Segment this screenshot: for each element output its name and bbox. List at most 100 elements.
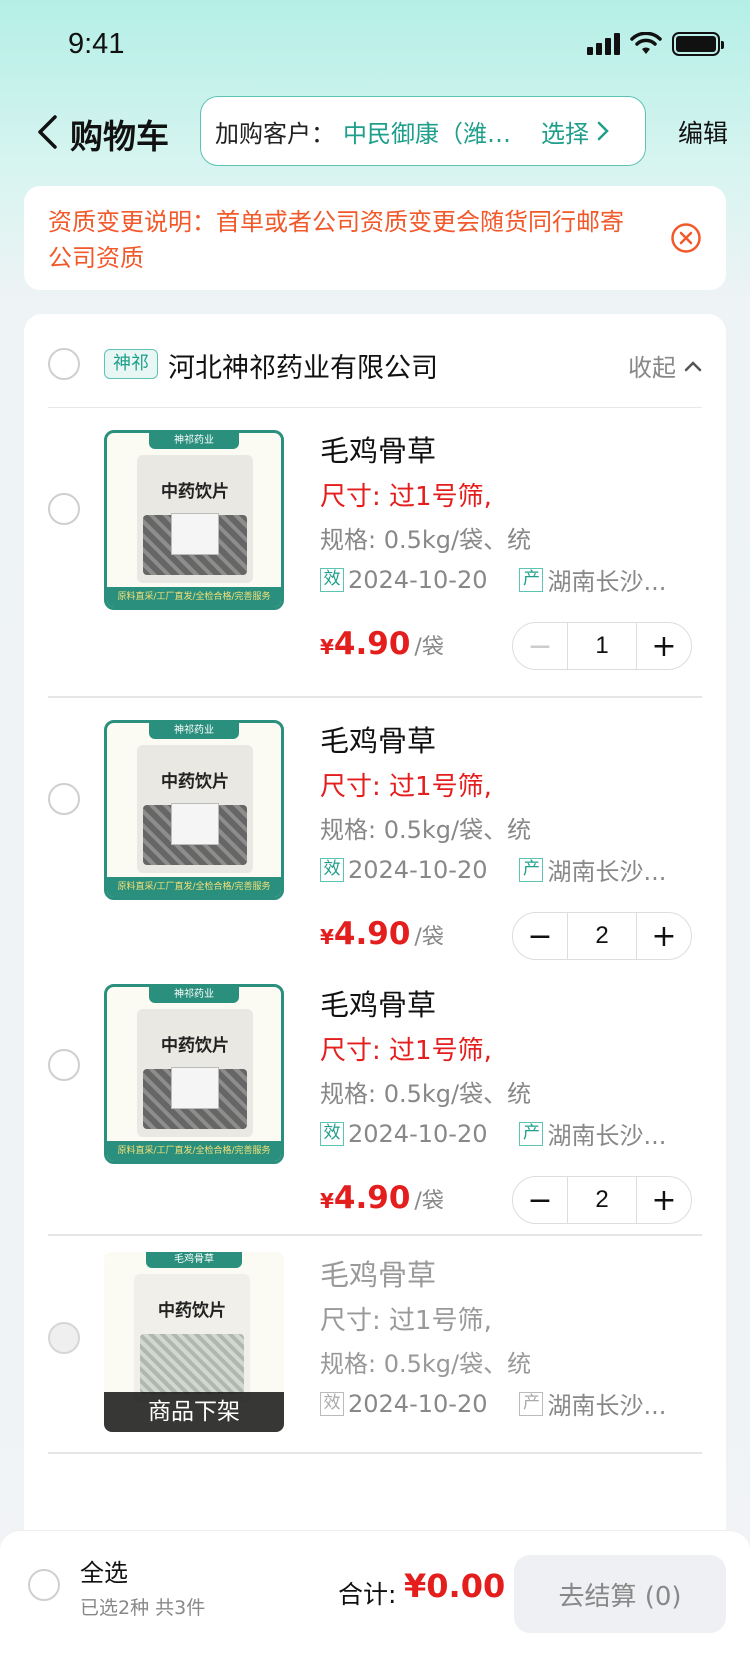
quantity-value[interactable]: 2 bbox=[567, 1177, 637, 1223]
origin-text: 湖南长沙... bbox=[547, 1122, 667, 1150]
product-name[interactable]: 毛鸡骨草 bbox=[320, 1252, 436, 1294]
price-unit: /袋 bbox=[414, 1189, 444, 1214]
image-bag-title: 中药饮片 bbox=[161, 482, 229, 502]
image-brand-strip: 神祁药业 bbox=[149, 987, 239, 1003]
expiry-tag: 效 bbox=[320, 1391, 344, 1416]
quantity-value[interactable]: 2 bbox=[567, 913, 637, 959]
page-title: 购物车 bbox=[70, 117, 169, 156]
status-bar: 9:41 bbox=[0, 0, 750, 92]
product-meta: 效 2024-10-20 产湖南长沙... bbox=[320, 1386, 690, 1421]
product-spec: 规格: 0.5kg/袋、统 bbox=[320, 526, 532, 554]
price-value: 4.90 bbox=[333, 626, 411, 662]
cart-item: 神祁药业 中药饮片 原料直采/工厂直发/全检合格/完善服务 毛鸡骨草 尺寸: 过… bbox=[24, 698, 726, 964]
origin-text: 湖南长沙... bbox=[547, 568, 667, 596]
plus-icon[interactable]: + bbox=[637, 1177, 691, 1223]
product-image[interactable]: 神祁药业 中药饮片 原料直采/工厂直发/全检合格/完善服务 bbox=[104, 984, 284, 1164]
shop-card: 神祁 河北神祁药业有限公司 收起 神祁药业 中药饮片 原料直采/工厂直发/全检合… bbox=[24, 314, 726, 1554]
back-chevron-icon[interactable] bbox=[28, 112, 68, 152]
checkout-bar: 全选 已选2种 共3件 合计: ¥0.00 去结算 (0) bbox=[0, 1530, 750, 1654]
product-image[interactable]: 毛鸡骨草 中药饮片 商品下架 bbox=[104, 1252, 284, 1432]
image-brand-strip: 毛鸡骨草 bbox=[146, 1252, 242, 1268]
expiry-tag: 效 bbox=[320, 857, 344, 882]
product-size: 尺寸: 过1号筛, bbox=[320, 482, 492, 512]
customer-selector[interactable]: 加购客户： 中民御康（潍… 选择 bbox=[200, 96, 646, 166]
notice-text: 资质变更说明：首单或者公司资质变更会随货同行邮寄公司资质 bbox=[48, 208, 624, 272]
customer-select-button[interactable]: 选择 bbox=[541, 114, 609, 149]
product-image[interactable]: 神祁药业 中药饮片 原料直采/工厂直发/全检合格/完善服务 bbox=[104, 720, 284, 900]
quantity-stepper[interactable]: − 2 + bbox=[512, 912, 692, 960]
item-select-radio[interactable] bbox=[48, 493, 80, 525]
select-all-radio[interactable] bbox=[28, 1569, 60, 1601]
product-image[interactable]: 神祁药业 中药饮片 原料直采/工厂直发/全检合格/完善服务 bbox=[104, 430, 284, 610]
product-meta: 效 2024-10-20 产湖南长沙... bbox=[320, 852, 690, 887]
product-spec: 规格: 0.5kg/袋、统 bbox=[320, 816, 532, 844]
image-footer-strip: 原料直采/工厂直发/全检合格/完善服务 bbox=[107, 877, 281, 897]
product-meta: 效 2024-10-20 产湖南长沙... bbox=[320, 1116, 690, 1151]
product-price: ¥4.90/袋 bbox=[320, 1180, 444, 1216]
edit-button[interactable]: 编辑 bbox=[678, 114, 728, 150]
quantity-stepper[interactable]: − 1 + bbox=[512, 622, 692, 670]
status-time: 9:41 bbox=[68, 28, 125, 60]
select-all-label[interactable]: 全选 bbox=[80, 1553, 128, 1588]
shop-tag: 神祁 bbox=[104, 349, 158, 379]
item-select-radio[interactable] bbox=[48, 1049, 80, 1081]
quantity-stepper[interactable]: − 2 + bbox=[512, 1176, 692, 1224]
wifi-icon bbox=[630, 32, 662, 54]
minus-icon[interactable]: − bbox=[513, 1177, 567, 1223]
shop-select-radio[interactable] bbox=[48, 348, 80, 380]
item-select-radio bbox=[48, 1322, 80, 1354]
expiry-date: 2024-10-20 bbox=[348, 855, 488, 884]
total-value: ¥0.00 bbox=[404, 1567, 506, 1605]
quantity-value[interactable]: 1 bbox=[567, 623, 637, 669]
product-name[interactable]: 毛鸡骨草 bbox=[320, 718, 436, 760]
product-name[interactable]: 毛鸡骨草 bbox=[320, 428, 436, 470]
price-value: 4.90 bbox=[333, 1180, 411, 1216]
cart-item: 神祁药业 中药饮片 原料直采/工厂直发/全检合格/完善服务 毛鸡骨草 尺寸: 过… bbox=[24, 408, 726, 698]
price-symbol: ¥ bbox=[320, 925, 334, 949]
plus-icon[interactable]: + bbox=[637, 913, 691, 959]
origin-tag: 产 bbox=[519, 857, 544, 882]
customer-label: 加购客户： bbox=[215, 119, 335, 148]
expiry-date: 2024-10-20 bbox=[348, 565, 488, 594]
origin-text: 湖南长沙... bbox=[547, 858, 667, 886]
signal-icon bbox=[587, 33, 620, 55]
product-size: 尺寸: 过1号筛, bbox=[320, 1036, 492, 1066]
minus-icon[interactable]: − bbox=[513, 623, 567, 669]
product-name[interactable]: 毛鸡骨草 bbox=[320, 982, 436, 1024]
customer-name: 中民御康（潍… bbox=[343, 119, 511, 148]
price-unit: /袋 bbox=[414, 635, 444, 660]
chevron-right-icon bbox=[597, 121, 609, 141]
image-brand-strip: 神祁药业 bbox=[149, 723, 239, 739]
product-size: 尺寸: 过1号筛, bbox=[320, 1306, 492, 1336]
product-spec: 规格: 0.5kg/袋、统 bbox=[320, 1350, 532, 1378]
origin-text: 湖南长沙... bbox=[547, 1392, 667, 1420]
cart-item-offline: 毛鸡骨草 中药饮片 商品下架 毛鸡骨草 尺寸: 过1号筛, 规格: 0.5kg/… bbox=[24, 1236, 726, 1466]
product-spec: 规格: 0.5kg/袋、统 bbox=[320, 1080, 532, 1108]
origin-tag: 产 bbox=[519, 567, 544, 592]
image-bag-title: 中药饮片 bbox=[161, 1036, 229, 1056]
expiry-tag: 效 bbox=[320, 567, 344, 592]
image-bag-title: 中药饮片 bbox=[158, 1301, 226, 1321]
selected-summary: 已选2种 共3件 bbox=[80, 1597, 206, 1619]
plus-icon[interactable]: + bbox=[637, 623, 691, 669]
item-select-radio[interactable] bbox=[48, 783, 80, 815]
offline-label: 商品下架 bbox=[104, 1392, 284, 1432]
checkout-button[interactable]: 去结算 (0) bbox=[514, 1555, 726, 1633]
shop-name: 河北神祁药业有限公司 bbox=[168, 353, 438, 384]
minus-icon[interactable]: − bbox=[513, 913, 567, 959]
close-circle-icon[interactable] bbox=[670, 222, 702, 254]
price-symbol: ¥ bbox=[320, 1189, 334, 1213]
total-label: 合计: bbox=[338, 1580, 397, 1609]
collapse-button[interactable]: 收起 bbox=[628, 348, 702, 383]
image-footer-strip: 原料直采/工厂直发/全检合格/完善服务 bbox=[107, 587, 281, 607]
select-label: 选择 bbox=[541, 119, 589, 148]
price-symbol: ¥ bbox=[320, 635, 334, 659]
image-brand-strip: 神祁药业 bbox=[149, 433, 239, 449]
collapse-label: 收起 bbox=[628, 354, 676, 382]
product-price: ¥4.90/袋 bbox=[320, 916, 444, 952]
cart-item: 神祁药业 中药饮片 原料直采/工厂直发/全检合格/完善服务 毛鸡骨草 尺寸: 过… bbox=[24, 964, 726, 1236]
nav-bar: 购物车 加购客户： 中民御康（潍… 选择 编辑 bbox=[0, 96, 750, 168]
shop-header: 神祁 河北神祁药业有限公司 收起 bbox=[24, 314, 726, 408]
chevron-up-icon bbox=[684, 360, 702, 371]
product-price: ¥4.90/袋 bbox=[320, 626, 444, 662]
